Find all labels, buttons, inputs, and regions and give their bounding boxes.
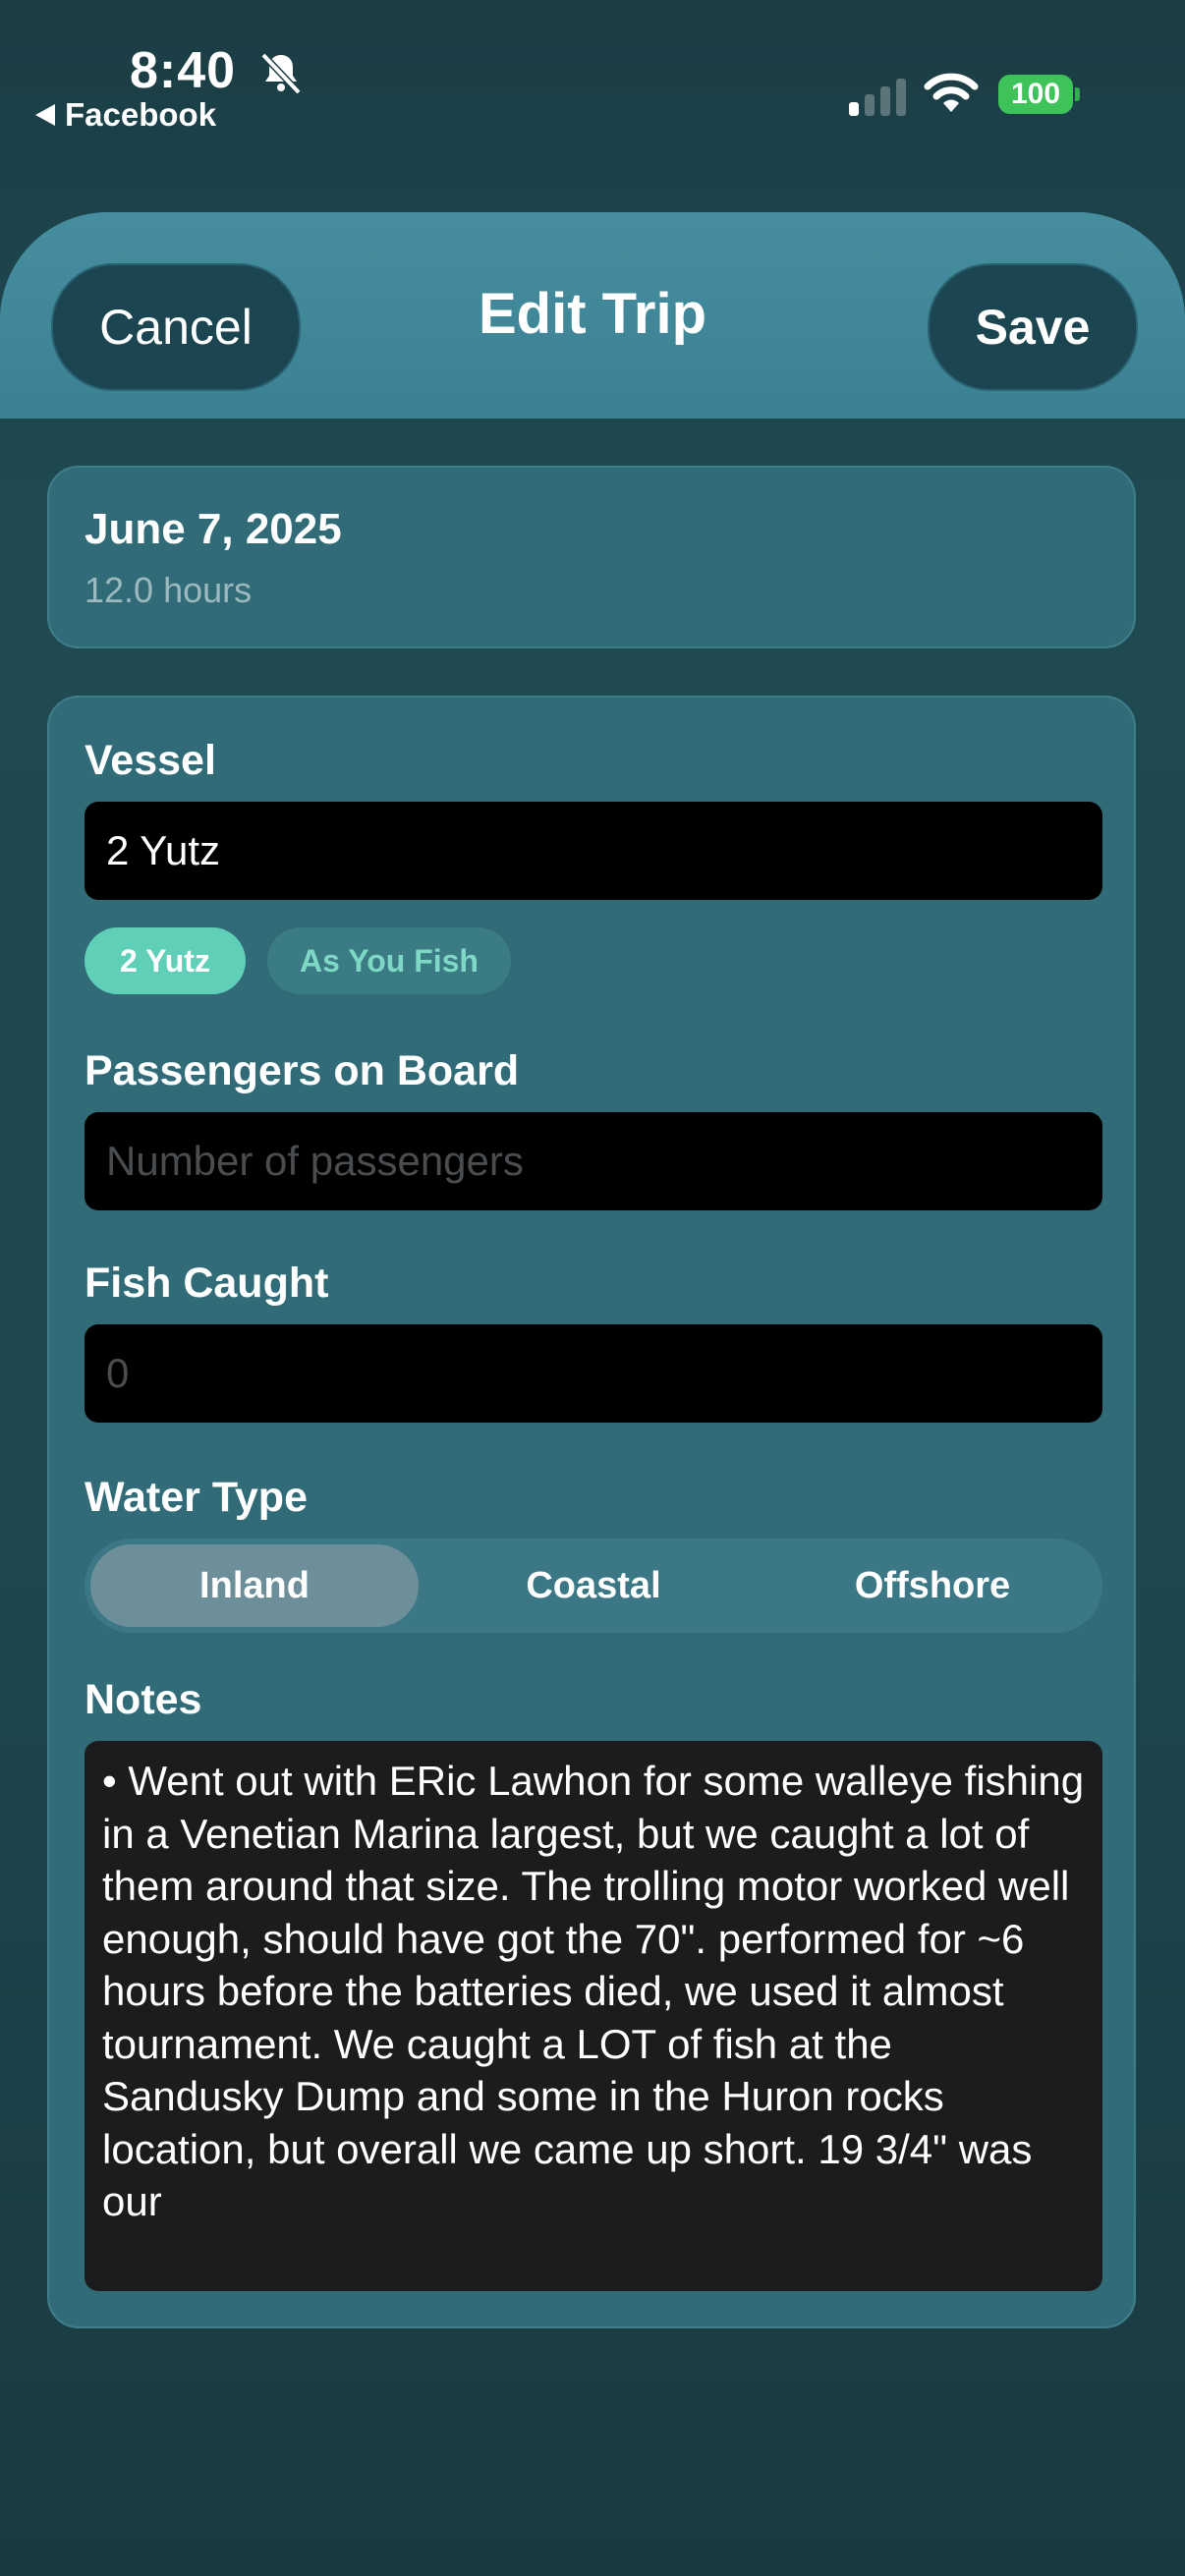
notes-label: Notes (85, 1676, 202, 1723)
trip-form-card: Vessel 2 Yutz 2 Yutz As You Fish Passeng… (47, 696, 1136, 2328)
battery-icon: 100 (998, 75, 1073, 114)
fish-caught-label: Fish Caught (85, 1260, 329, 1307)
trip-duration: 12.0 hours (85, 570, 253, 610)
back-to-app-link[interactable]: Facebook (35, 96, 216, 134)
signal-icon (849, 71, 906, 116)
back-app-label: Facebook (65, 96, 217, 133)
trip-summary-card: June 7, 2025 12.0 hours (47, 466, 1136, 648)
nav-header: Cancel Edit Trip Save (0, 212, 1185, 419)
water-type-inland[interactable]: Inland (90, 1544, 419, 1627)
vessel-input[interactable]: 2 Yutz (85, 802, 1102, 900)
save-button[interactable]: Save (928, 263, 1138, 391)
water-type-coastal[interactable]: Coastal (429, 1544, 758, 1627)
water-type-label: Water Type (85, 1474, 308, 1521)
vessel-label: Vessel (85, 737, 216, 784)
vessel-chip-2-yutz[interactable]: 2 Yutz (85, 927, 246, 994)
trip-date: June 7, 2025 (85, 505, 342, 553)
passengers-label: Passengers on Board (85, 1047, 520, 1094)
passengers-input[interactable]: Number of passengers (85, 1112, 1102, 1210)
wifi-icon (924, 73, 979, 112)
battery-tip (1075, 87, 1080, 101)
notes-textarea[interactable]: • Went out with ERic Lawhon for some wal… (85, 1741, 1102, 2291)
bell-slash-icon (260, 52, 302, 95)
water-type-segmented-control: Inland Coastal Offshore (85, 1539, 1102, 1633)
status-time: 8:40 (130, 42, 237, 99)
battery-level: 100 (1010, 78, 1061, 110)
vessel-chip-as-you-fish[interactable]: As You Fish (267, 927, 511, 994)
back-arrow-icon (35, 104, 55, 126)
water-type-offshore[interactable]: Offshore (768, 1544, 1097, 1627)
fish-caught-input[interactable]: 0 (85, 1324, 1102, 1423)
